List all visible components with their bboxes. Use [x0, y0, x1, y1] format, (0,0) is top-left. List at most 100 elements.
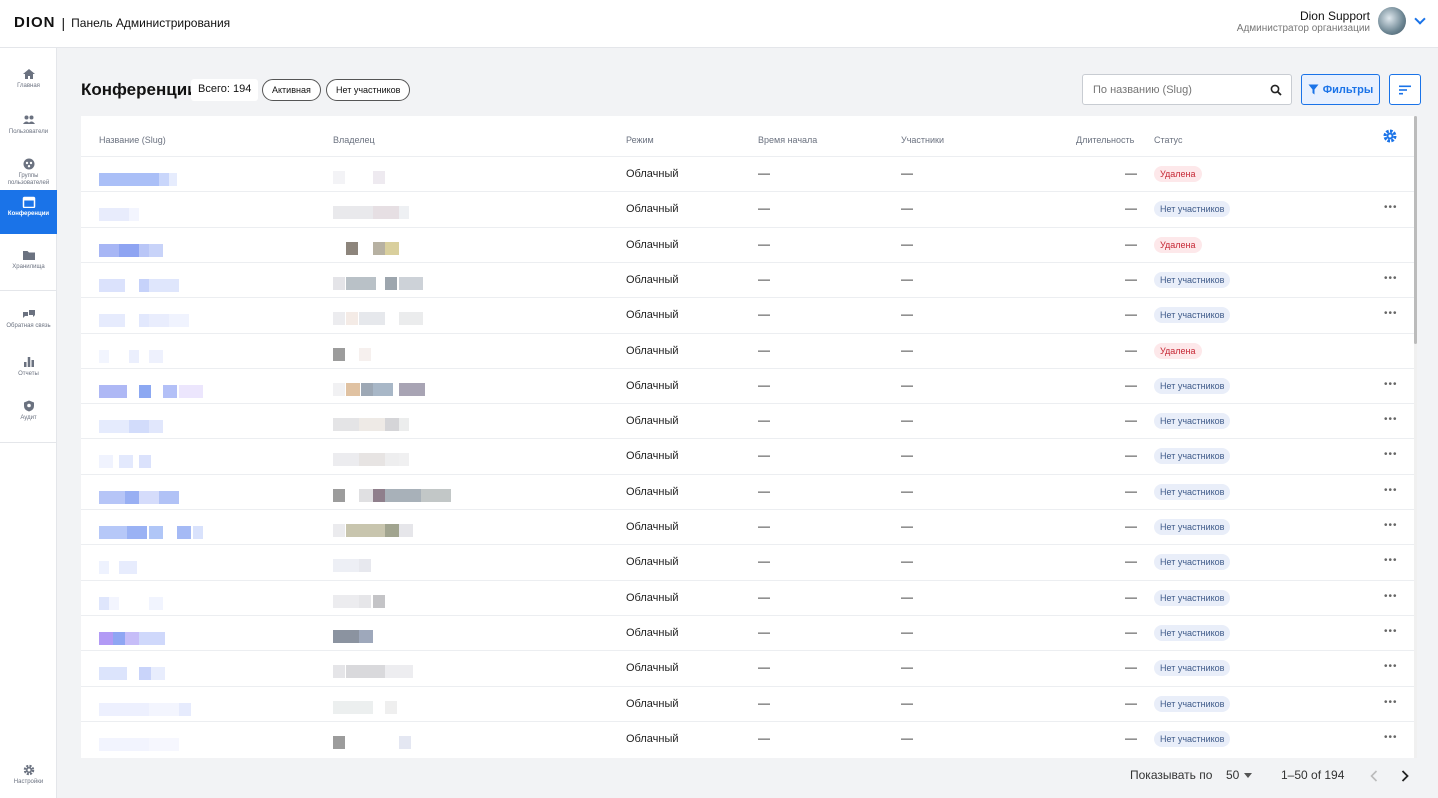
dion-logo[interactable]: DION: [14, 14, 56, 31]
scrollbar-thumb[interactable]: [1414, 116, 1417, 344]
sidebar-item-groups[interactable]: Группы пользователей: [0, 152, 57, 192]
conference-name-redacted[interactable]: [149, 737, 179, 751]
column-header-participants[interactable]: Участники: [901, 135, 944, 145]
row-menu-icon[interactable]: •••: [1384, 661, 1398, 672]
table-row[interactable]: Облачный — — — Нет участников •••: [81, 509, 1417, 544]
conference-name-redacted[interactable]: [139, 455, 151, 469]
column-header-status[interactable]: Статус: [1154, 135, 1182, 145]
conference-name-redacted[interactable]: [99, 278, 125, 292]
table-row[interactable]: Облачный — — — Нет участников •••: [81, 367, 1417, 403]
table-row[interactable]: Облачный — — — Удалена: [81, 156, 1417, 191]
gear-icon[interactable]: [1382, 128, 1398, 144]
row-menu-icon[interactable]: •••: [1384, 273, 1398, 284]
row-menu-icon[interactable]: •••: [1384, 308, 1398, 319]
conference-name-redacted[interactable]: [139, 243, 149, 257]
conference-name-redacted[interactable]: [151, 667, 165, 681]
table-row[interactable]: Облачный — — — Нет участников •••: [81, 403, 1417, 438]
conference-name-redacted[interactable]: [99, 455, 113, 469]
sort-button[interactable]: [1389, 74, 1421, 105]
row-menu-icon[interactable]: •••: [1384, 379, 1398, 390]
conference-name-redacted[interactable]: [125, 631, 139, 645]
conference-name-redacted[interactable]: [99, 420, 129, 434]
sidebar-item-storage[interactable]: Хранилища: [0, 243, 57, 287]
conference-name-redacted[interactable]: [125, 490, 139, 504]
conference-name-redacted[interactable]: [179, 384, 203, 398]
table-row[interactable]: Облачный — — — Нет участников •••: [81, 614, 1417, 650]
conference-name-redacted[interactable]: [99, 561, 109, 575]
sidebar-item-audit[interactable]: Аудит: [0, 394, 57, 438]
conference-name-redacted[interactable]: [99, 490, 125, 504]
row-menu-icon[interactable]: •••: [1384, 449, 1398, 460]
conference-name-redacted[interactable]: [159, 173, 169, 186]
conference-name-redacted[interactable]: [129, 420, 149, 434]
table-row[interactable]: Облачный — — — Нет участников •••: [81, 261, 1417, 297]
conference-name-redacted[interactable]: [149, 526, 163, 539]
table-row[interactable]: Облачный — — — Нет участников •••: [81, 685, 1417, 721]
conference-name-redacted[interactable]: [139, 667, 151, 681]
conference-name-redacted[interactable]: [139, 314, 149, 328]
table-row[interactable]: Облачный — — — Нет участников •••: [81, 473, 1417, 509]
conference-name-redacted[interactable]: [99, 667, 127, 681]
column-header-duration[interactable]: Длительность: [1076, 135, 1134, 145]
conference-name-redacted[interactable]: [99, 384, 127, 398]
conference-name-redacted[interactable]: [119, 561, 137, 575]
conference-name-redacted[interactable]: [99, 208, 129, 222]
table-row[interactable]: Облачный — — — Нет участников •••: [81, 579, 1417, 615]
conference-name-redacted[interactable]: [139, 631, 165, 645]
filter-chip-active[interactable]: Активная: [262, 79, 321, 101]
conference-name-redacted[interactable]: [169, 173, 177, 186]
column-header-start[interactable]: Время начала: [758, 135, 817, 145]
table-row[interactable]: Облачный — — — Нет участников •••: [81, 650, 1417, 685]
conference-name-redacted[interactable]: [177, 526, 191, 539]
chevron-right-icon[interactable]: [1401, 770, 1409, 782]
row-menu-icon[interactable]: •••: [1384, 520, 1398, 531]
avatar[interactable]: [1378, 7, 1406, 35]
conference-name-redacted[interactable]: [179, 702, 191, 716]
row-menu-icon[interactable]: •••: [1384, 485, 1398, 496]
row-menu-icon[interactable]: •••: [1384, 591, 1398, 602]
conference-name-redacted[interactable]: [149, 314, 169, 328]
table-row[interactable]: Облачный — — — Нет участников •••: [81, 297, 1417, 332]
conference-name-redacted[interactable]: [99, 173, 159, 186]
conference-name-redacted[interactable]: [99, 596, 109, 610]
conference-name-redacted[interactable]: [159, 490, 179, 504]
row-menu-icon[interactable]: •••: [1384, 202, 1398, 213]
filters-button[interactable]: Фильтры: [1301, 74, 1380, 105]
conference-name-redacted[interactable]: [149, 243, 163, 257]
conference-name-redacted[interactable]: [149, 702, 179, 716]
conference-name-redacted[interactable]: [149, 278, 179, 292]
conference-name-redacted[interactable]: [109, 596, 119, 610]
table-row[interactable]: Облачный — — — Удалена: [81, 226, 1417, 262]
conference-name-redacted[interactable]: [99, 243, 119, 257]
column-header-name[interactable]: Название (Slug): [99, 135, 166, 145]
search-input[interactable]: [1083, 75, 1253, 104]
chevron-down-icon[interactable]: [1414, 13, 1426, 25]
column-header-mode[interactable]: Режим: [626, 135, 654, 145]
row-menu-icon[interactable]: •••: [1384, 414, 1398, 425]
conference-name-redacted[interactable]: [99, 349, 109, 363]
conference-name-redacted[interactable]: [169, 314, 189, 328]
sidebar-item-feedback[interactable]: Обратная связь: [0, 302, 57, 348]
sidebar-item-home[interactable]: Главная: [0, 62, 57, 106]
conference-name-redacted[interactable]: [127, 526, 147, 539]
table-row[interactable]: Облачный — — — Нет участников •••: [81, 544, 1417, 579]
column-header-owner[interactable]: Владелец: [333, 135, 375, 145]
sidebar-item-users[interactable]: Пользователи: [0, 108, 57, 152]
conference-name-redacted[interactable]: [99, 702, 149, 716]
user-menu[interactable]: Dion Support Администратор организации: [1237, 7, 1426, 35]
conference-name-redacted[interactable]: [149, 420, 163, 434]
rows-per-page-select[interactable]: 50: [1226, 768, 1253, 782]
chevron-left-icon[interactable]: [1370, 770, 1378, 782]
conference-name-redacted[interactable]: [139, 384, 151, 398]
row-menu-icon[interactable]: •••: [1384, 697, 1398, 708]
conference-name-redacted[interactable]: [119, 455, 133, 469]
sidebar-item-settings[interactable]: Настройки: [0, 758, 57, 798]
conference-name-redacted[interactable]: [193, 526, 203, 539]
sidebar-item-conferences[interactable]: Конференции: [0, 190, 57, 234]
conference-name-redacted[interactable]: [129, 349, 139, 363]
sidebar-item-reports[interactable]: Отчеты: [0, 350, 57, 394]
conference-name-redacted[interactable]: [113, 631, 125, 645]
conference-name-redacted[interactable]: [99, 631, 113, 645]
conference-name-redacted[interactable]: [149, 349, 163, 363]
conference-name-redacted[interactable]: [129, 208, 139, 222]
